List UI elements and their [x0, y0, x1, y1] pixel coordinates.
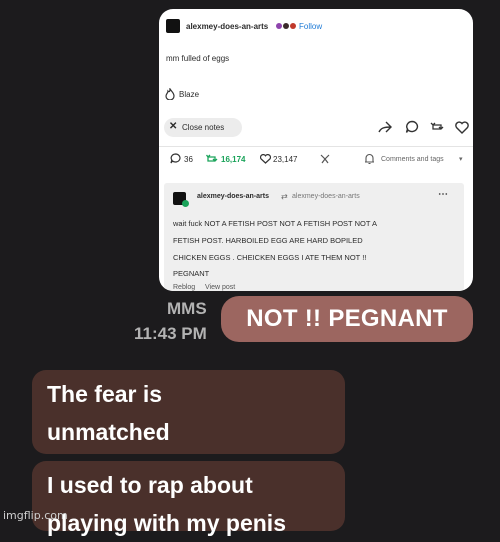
message-line: unmatched — [47, 419, 170, 445]
watermark: imgflip.com — [3, 509, 68, 522]
reblogs-count: 16,174 — [221, 155, 246, 164]
online-dot-icon — [182, 200, 189, 207]
share-icon[interactable] — [378, 121, 392, 133]
follow-link[interactable]: Follow — [299, 22, 322, 31]
received-message-bubble[interactable]: The fear is unmatched — [32, 370, 345, 454]
message-line: playing with my penis — [47, 510, 286, 536]
reblog-line: wait fuck NOT A FETISH POST NOT A FETISH… — [173, 219, 377, 228]
likes-count: 23,147 — [273, 155, 298, 164]
reblog-link[interactable]: Reblog — [173, 284, 195, 291]
blaze-icon[interactable] — [165, 88, 175, 100]
reblog-line: FETISH POST. HARBOILED EGG ARE HARD BOPI… — [173, 236, 363, 245]
reblogged-from: alexmey-does-an-arts — [292, 193, 360, 200]
divider — [159, 146, 473, 147]
close-notes-label: Close notes — [182, 123, 225, 132]
reply-icon[interactable] — [405, 120, 419, 134]
sent-message-bubble[interactable]: NOT !! PEGNANT — [221, 296, 473, 342]
post-body: mm fulled of eggs — [166, 54, 230, 63]
notification-bell-icon[interactable] — [364, 153, 375, 165]
badge-icon — [276, 23, 282, 29]
reblogged-post: alexmey-does-an-arts ⇄ alexmey-does-an-a… — [164, 183, 464, 291]
like-icon[interactable] — [455, 121, 469, 134]
reblog-username: alexmey-does-an-arts — [197, 193, 269, 200]
sent-message-text: NOT !! PEGNANT — [246, 305, 448, 332]
comments-tags-label[interactable]: Comments and tags — [381, 156, 444, 163]
avatar — [166, 19, 180, 33]
attached-post-image[interactable]: alexmey-does-an-arts Follow mm fulled of… — [159, 9, 473, 291]
blaze-label[interactable]: Blaze — [179, 90, 199, 99]
message-line: The fear is — [47, 381, 163, 407]
reblog-line: CHICKEN EGGS . CHEICKEN EGGS I ATE THEM … — [173, 253, 367, 262]
badge-icon — [290, 23, 296, 29]
post-username: alexmey-does-an-arts — [186, 22, 269, 31]
reblogs-icon[interactable] — [206, 154, 218, 164]
badge-icon — [283, 23, 289, 29]
replies-icon[interactable] — [170, 153, 181, 164]
close-notes-button[interactable]: ✕ Close notes — [164, 118, 242, 137]
message-line: I used to rap about — [47, 472, 253, 498]
message-type-label: MMS — [167, 299, 207, 318]
message-timestamp: 11:43 PM — [134, 324, 207, 343]
likes-icon[interactable] — [260, 154, 271, 164]
view-post-link[interactable]: View post — [205, 284, 235, 291]
reblog-icon[interactable] — [430, 121, 444, 133]
activity-icon[interactable] — [319, 153, 331, 165]
received-message-bubble[interactable]: I used to rap about playing with my peni… — [32, 461, 345, 536]
replies-count: 36 — [184, 155, 193, 164]
reblog-arrow-icon: ⇄ — [281, 192, 288, 201]
more-options-icon[interactable]: ⋯ — [438, 189, 448, 200]
close-icon: ✕ — [169, 121, 178, 132]
chevron-down-icon: ▾ — [459, 156, 463, 163]
reblog-line: PEGNANT — [173, 269, 210, 278]
